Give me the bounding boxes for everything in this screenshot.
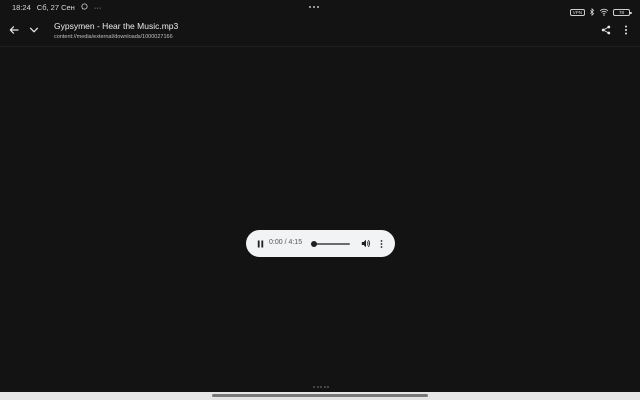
status-left: 18:24 Сб, 27 Сен ··· — [12, 3, 101, 12]
vpn-badge: VPN — [569, 8, 585, 16]
whatsapp-icon — [81, 3, 88, 12]
handle-dot — [309, 6, 311, 8]
progress-slider[interactable] — [311, 240, 350, 247]
status-bar: 18:24 Сб, 27 Сен ··· VPN 78 — [0, 0, 640, 17]
more-vertical-icon — [380, 239, 383, 248]
volume-icon — [361, 239, 370, 248]
file-uri: content://media/external/downloads/10000… — [54, 34, 173, 40]
home-gesture-pill[interactable] — [212, 394, 428, 397]
player-more-button[interactable] — [377, 237, 386, 250]
handle-dot — [313, 386, 315, 388]
chevron-down-icon — [29, 27, 39, 33]
handle-dot — [320, 386, 322, 388]
navigation-gesture-bar — [0, 392, 640, 400]
handle-dot — [313, 6, 315, 8]
pause-icon — [257, 240, 264, 247]
collapse-button[interactable] — [27, 23, 41, 37]
progress-thumb[interactable] — [311, 240, 317, 247]
volume-button[interactable] — [359, 237, 372, 250]
handle-dot — [323, 386, 326, 388]
file-title: Gypsymen - Hear the Music.mp3 — [54, 21, 179, 31]
back-button[interactable] — [7, 23, 21, 37]
share-icon — [601, 25, 611, 35]
time-display: 0:00 / 4:15 — [269, 239, 303, 246]
status-overflow: ··· — [93, 3, 102, 12]
more-options-button[interactable] — [619, 23, 633, 37]
handle-dot — [316, 386, 319, 388]
handle-dot — [317, 6, 319, 8]
arrow-left-icon — [9, 26, 19, 34]
handle-dot — [327, 386, 329, 388]
status-time: 18:24 — [12, 3, 31, 12]
battery-icon: 78 — [613, 8, 632, 16]
multiwindow-handle[interactable] — [309, 6, 319, 8]
window-handle[interactable] — [313, 386, 329, 388]
pause-button[interactable] — [254, 237, 267, 250]
status-date: Сб, 27 Сен — [36, 3, 75, 12]
more-vertical-icon — [625, 25, 627, 35]
screen: 18:24 Сб, 27 Сен ··· VPN 78 Gypsymen - H… — [0, 0, 640, 400]
audio-player: 0:00 / 4:15 — [246, 230, 395, 257]
share-button[interactable] — [599, 23, 613, 37]
title-bar: Gypsymen - Hear the Music.mp3 content://… — [0, 16, 640, 47]
